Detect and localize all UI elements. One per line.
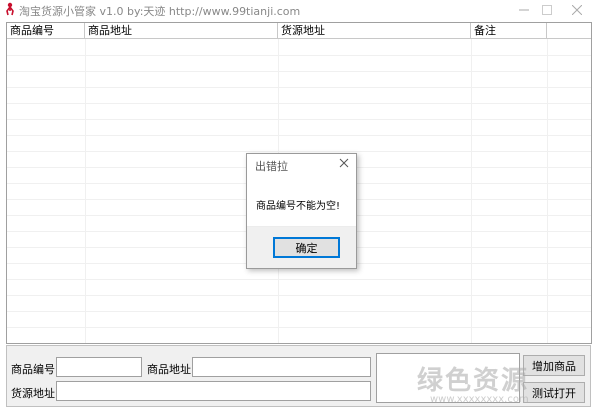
title-bar: 淘宝货源小管家 v1.0 by:天迹 http://www.99tianji.c… <box>0 0 597 19</box>
app-icon <box>6 2 14 16</box>
product-id-label: 商品编号: <box>11 363 59 376</box>
error-dialog: 出错拉 商品编号不能为空! 确定 <box>246 153 357 269</box>
add-product-button[interactable]: 增加商品 <box>523 355 585 376</box>
grid-line <box>7 103 591 104</box>
window-title: 淘宝货源小管家 v1.0 by:天迹 http://www.99tianji.c… <box>19 5 301 18</box>
grid-line <box>7 119 591 120</box>
grid-column-line <box>85 39 86 343</box>
product-id-input[interactable] <box>56 357 142 377</box>
minimize-icon <box>519 9 529 10</box>
notes-textarea[interactable] <box>376 353 520 403</box>
grid-line <box>7 71 591 72</box>
dialog-footer: 确定 <box>247 226 356 268</box>
product-url-input[interactable] <box>192 357 371 377</box>
dialog-title: 出错拉 <box>255 160 288 173</box>
grid-line <box>7 279 591 280</box>
column-header-notes[interactable]: 备注 <box>471 23 547 38</box>
list-header: 商品编号 商品地址 货源地址 备注 <box>7 23 591 39</box>
column-header-product-id[interactable]: 商品编号 <box>7 23 85 38</box>
grid-line <box>7 151 591 152</box>
grid-line <box>7 327 591 328</box>
maximize-button[interactable] <box>533 1 561 18</box>
test-open-button[interactable]: 测试打开 <box>523 382 585 403</box>
ok-button[interactable]: 确定 <box>273 237 340 258</box>
close-button[interactable] <box>563 1 591 18</box>
grid-column-line <box>547 39 548 343</box>
grid-line <box>7 295 591 296</box>
grid-line <box>7 55 591 56</box>
grid-line <box>7 87 591 88</box>
grid-column-line <box>471 39 472 343</box>
dialog-message: 商品编号不能为空! <box>256 201 341 212</box>
maximize-icon <box>542 4 552 15</box>
product-url-label: 商品地址: <box>147 363 195 376</box>
source-url-input[interactable] <box>56 381 371 401</box>
source-url-label: 货源地址: <box>11 387 59 400</box>
close-icon <box>572 4 582 15</box>
dialog-close-icon[interactable] <box>338 157 350 169</box>
column-header-source-url[interactable]: 货源地址 <box>278 23 471 38</box>
grid-line <box>7 135 591 136</box>
input-panel: 商品编号: 商品地址: 货源地址: 增加商品 测试打开 <box>6 345 591 407</box>
grid-line <box>7 311 591 312</box>
column-header-product-url[interactable]: 商品地址 <box>85 23 278 38</box>
